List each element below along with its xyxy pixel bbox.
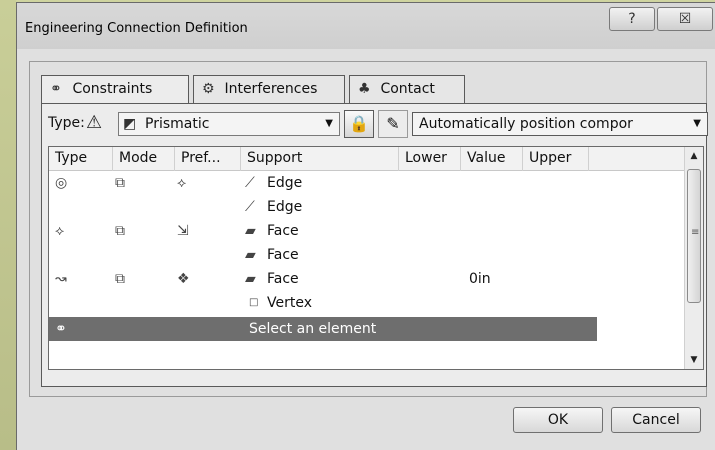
scroll-down-arrow-icon[interactable]: ▼ <box>685 351 703 369</box>
grip-icon: ≡ <box>691 227 700 238</box>
support-value: Face <box>267 271 299 287</box>
column-header-upper[interactable]: Upper <box>523 147 589 171</box>
type-dropdown-value: Prismatic <box>145 116 210 132</box>
circle-constraint-icon: ◎ <box>55 175 68 191</box>
scroll-up-arrow-icon[interactable]: ▲ <box>685 147 703 165</box>
table-row[interactable]: ↝ ⧉ ❖ ▰ Face 0in <box>49 267 684 291</box>
ok-button[interactable]: OK <box>513 407 603 433</box>
edge-icon: ⟋ <box>245 175 255 191</box>
lock-icon: 🔒 <box>349 114 369 133</box>
column-header-support[interactable]: Support <box>241 147 399 171</box>
vertical-scrollbar[interactable]: ▲ ≡ ▼ <box>684 147 703 369</box>
table-row-selected[interactable]: ⚭ Select an element <box>49 317 684 341</box>
close-button[interactable]: ☒ <box>657 7 713 31</box>
link-icon: ⚭ <box>55 321 67 337</box>
face-icon: ▰ <box>245 247 256 263</box>
tab-label: Constraints <box>72 81 153 97</box>
face-icon: ▰ <box>245 223 256 239</box>
support-value: Face <box>267 223 299 239</box>
table-row[interactable]: □ Vertex <box>49 291 684 315</box>
constraints-table: Type Mode Pref... Support Lower Value Up… <box>48 146 704 370</box>
position-dropdown-value: Automatically position compor <box>419 116 633 132</box>
support-value: Vertex <box>267 295 313 311</box>
engineering-connection-dialog: Engineering Connection Definition ? ☒ ⚭ … <box>16 2 715 450</box>
offset-constraint-icon: ↝ <box>55 271 67 287</box>
row-unselected-region <box>597 317 684 341</box>
pref-offset-icon: ❖ <box>177 271 190 287</box>
column-header-mode[interactable]: Mode <box>113 147 175 171</box>
contact-icon: ♣ <box>358 81 371 97</box>
value-cell[interactable]: 0in <box>469 267 491 291</box>
title-bar[interactable]: Engineering Connection Definition ? ☒ <box>17 3 715 49</box>
mode-icon: ⧉ <box>115 175 125 191</box>
table-row[interactable]: ◎ ⧉ ⟡ ⟋ Edge <box>49 171 684 195</box>
auto-create-button[interactable]: ✎ <box>378 110 408 138</box>
support-value: Edge <box>267 175 303 191</box>
cancel-button[interactable]: Cancel <box>611 407 701 433</box>
dialog-client-area: ⚭ Constraints ⚙ Interferences ♣ Contact … <box>17 49 715 450</box>
tab-contact[interactable]: ♣ Contact <box>349 75 465 103</box>
plane-constraint-icon: ⟡ <box>55 223 65 239</box>
support-value: Edge <box>267 199 303 215</box>
tab-constraints[interactable]: ⚭ Constraints <box>41 75 189 105</box>
lock-button[interactable]: 🔒 <box>344 110 374 138</box>
chevron-down-icon: ▼ <box>689 113 701 135</box>
mode-icon: ⧉ <box>115 271 125 287</box>
position-dropdown[interactable]: Automatically position compor ▼ <box>412 112 708 136</box>
table-body: ◎ ⧉ ⟡ ⟋ Edge ⟋ Edge ⟡ ⧉ ⇲ ▰ Face ▰ Face … <box>49 171 684 369</box>
table-row[interactable]: ▰ Face <box>49 243 684 267</box>
support-prompt: Select an element <box>249 321 377 337</box>
pref-contact-icon: ⇲ <box>177 223 189 239</box>
mode-icon: ⧉ <box>115 223 125 239</box>
magic-wand-icon: ✎ <box>386 114 400 133</box>
table-row[interactable]: ⟡ ⧉ ⇲ ▰ Face <box>49 219 684 243</box>
chevron-down-icon: ▼ <box>325 118 333 129</box>
tab-interferences[interactable]: ⚙ Interferences <box>193 75 345 103</box>
face-icon: ▰ <box>245 271 256 287</box>
pref-coincidence-icon: ⟡ <box>177 175 187 191</box>
table-header: Type Mode Pref... Support Lower Value Up… <box>49 147 684 171</box>
window-title: Engineering Connection Definition <box>25 21 248 36</box>
type-row: Type: ⚠ ◩ Prismatic ▼ 🔒 ✎ Automatically p… <box>48 110 708 138</box>
prismatic-icon: ◩ <box>123 116 137 132</box>
desktop-background <box>0 0 16 450</box>
help-button[interactable]: ? <box>609 7 655 31</box>
support-value: Face <box>267 247 299 263</box>
tab-label: Contact <box>380 81 435 97</box>
constraints-panel: Type: ⚠ ◩ Prismatic ▼ 🔒 ✎ Automatically p… <box>41 103 708 387</box>
interferences-icon: ⚙ <box>202 81 215 97</box>
tab-label: Interferences <box>224 81 318 97</box>
column-header-type[interactable]: Type <box>49 147 113 171</box>
edge-icon: ⟋ <box>245 199 255 215</box>
type-dropdown[interactable]: ◩ Prismatic ▼ <box>118 112 340 136</box>
type-label: Type: <box>48 115 85 131</box>
scrollbar-thumb[interactable]: ≡ <box>687 169 701 303</box>
table-row[interactable]: ⟋ Edge <box>49 195 684 219</box>
column-header-lower[interactable]: Lower <box>399 147 461 171</box>
column-header-pref[interactable]: Pref... <box>175 147 241 171</box>
warning-icon: ⚠ <box>86 112 103 133</box>
vertex-icon: □ <box>249 297 259 308</box>
column-header-value[interactable]: Value <box>461 147 523 171</box>
constraints-icon: ⚭ <box>50 81 62 97</box>
